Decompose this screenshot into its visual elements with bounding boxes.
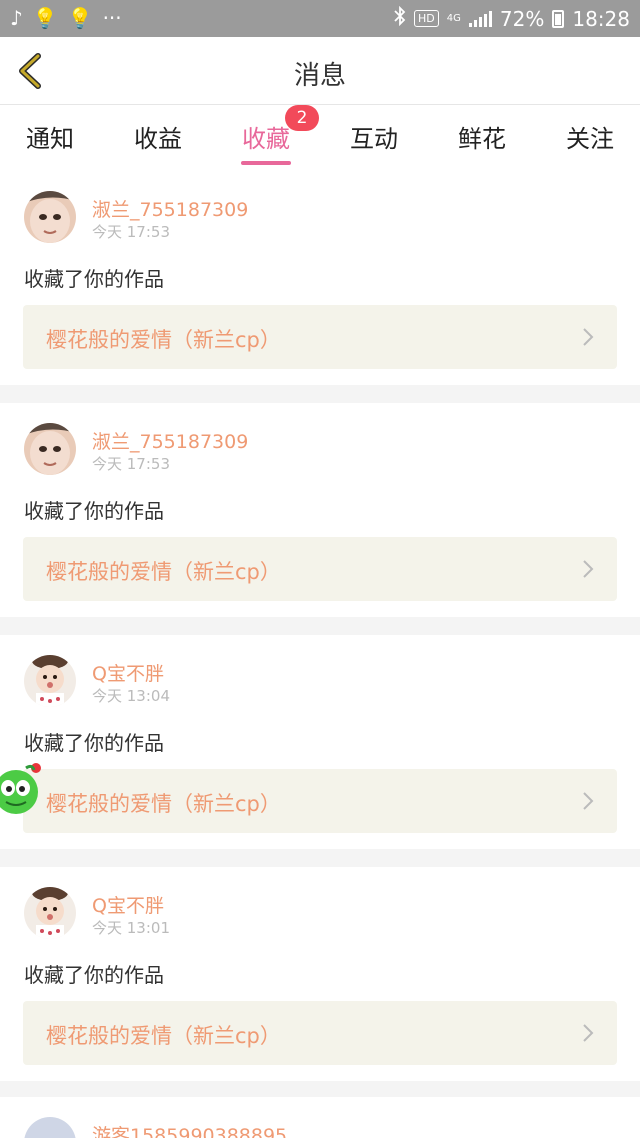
bulb-icon: 💡 — [67, 6, 93, 30]
tab-favorites[interactable]: 收藏 2 — [216, 105, 319, 165]
unread-badge: 2 — [285, 105, 319, 131]
username[interactable]: 淑兰_755187309 — [92, 427, 248, 454]
chevron-right-icon — [583, 792, 594, 810]
mascot-icon — [0, 763, 41, 814]
floating-mascot-button[interactable] — [0, 754, 46, 818]
tab-label: 互动 — [350, 125, 398, 153]
tiktok-icon: ♪ — [10, 6, 23, 30]
timestamp: 今天 13:01 — [92, 919, 170, 937]
bluetooth-icon — [394, 5, 406, 31]
network-type: 4G — [446, 12, 461, 24]
action-text: 收藏了你的作品 — [24, 731, 164, 755]
action-text: 收藏了你的作品 — [24, 499, 164, 523]
work-title: 樱花般的爱情（新兰cp） — [46, 1024, 281, 1048]
status-right: HD 4G 72% 18:28 — [394, 5, 630, 31]
avatar[interactable] — [24, 887, 76, 939]
tab-bar: 通知 收益 收藏 2 互动 鲜花 关注 — [0, 105, 640, 171]
work-link[interactable]: 樱花般的爱情（新兰cp） — [23, 1001, 617, 1065]
work-link[interactable]: 樱花般的爱情（新兰cp） — [23, 769, 617, 833]
message-card: 游客1585990388895 — [0, 1097, 640, 1138]
battery-percent: 72% — [499, 6, 545, 31]
action-text: 收藏了你的作品 — [24, 267, 164, 291]
page-title: 消息 — [293, 61, 346, 91]
signal-icon — [468, 10, 492, 27]
work-link[interactable]: 樱花般的爱情（新兰cp） — [23, 305, 617, 369]
work-title: 樱花般的爱情（新兰cp） — [46, 328, 281, 352]
tab-flowers[interactable]: 鲜花 — [432, 119, 532, 154]
tab-label: 鲜花 — [458, 125, 506, 153]
username[interactable]: 淑兰_755187309 — [92, 195, 248, 222]
message-card: Q宝不胖 今天 13:01 收藏了你的作品 樱花般的爱情（新兰cp） — [0, 867, 640, 1081]
timestamp: 今天 17:53 — [92, 223, 170, 241]
status-left: ♪ 💡 💡 ··· — [10, 6, 122, 30]
tab-label: 关注 — [566, 125, 614, 153]
username[interactable]: Q宝不胖 — [92, 891, 164, 918]
message-card: 淑兰_755187309 今天 17:53 收藏了你的作品 樱花般的爱情（新兰c… — [0, 403, 640, 617]
tab-following[interactable]: 关注 — [540, 119, 640, 154]
hd-badge: HD — [414, 10, 439, 27]
tab-earnings[interactable]: 收益 — [108, 119, 208, 154]
tab-interactions[interactable]: 互动 — [324, 119, 424, 154]
timestamp: 今天 13:04 — [92, 687, 170, 705]
bulb-icon: 💡 — [32, 6, 58, 30]
tab-label: 收藏 — [242, 125, 290, 153]
more-dots-icon: ··· — [102, 6, 122, 30]
username[interactable]: 游客1585990388895 — [92, 1121, 287, 1138]
active-tab-indicator — [241, 161, 291, 165]
header: 消息 — [0, 37, 640, 105]
work-link[interactable]: 樱花般的爱情（新兰cp） — [23, 537, 617, 601]
chevron-right-icon — [583, 1024, 594, 1042]
avatar[interactable] — [24, 655, 76, 707]
work-title: 樱花般的爱情（新兰cp） — [46, 792, 281, 816]
action-text: 收藏了你的作品 — [24, 963, 164, 987]
message-card: 淑兰_755187309 今天 17:53 收藏了你的作品 樱花般的爱情（新兰c… — [0, 171, 640, 385]
tab-label: 通知 — [26, 125, 74, 153]
message-card: Q宝不胖 今天 13:04 收藏了你的作品 樱花般的爱情（新兰cp） — [0, 635, 640, 849]
clock: 18:28 — [572, 6, 630, 31]
timestamp: 今天 17:53 — [92, 455, 170, 473]
tab-label: 收益 — [134, 125, 182, 153]
avatar[interactable] — [24, 423, 76, 475]
avatar[interactable] — [24, 1117, 76, 1138]
work-title: 樱花般的爱情（新兰cp） — [46, 560, 281, 584]
chevron-right-icon — [583, 328, 594, 346]
tab-notifications[interactable]: 通知 — [0, 119, 100, 154]
avatar[interactable] — [24, 191, 76, 243]
battery-icon — [552, 9, 565, 28]
status-bar: ♪ 💡 💡 ··· HD 4G 72% 18:28 — [0, 0, 640, 37]
username[interactable]: Q宝不胖 — [92, 659, 164, 686]
chevron-right-icon — [583, 560, 594, 578]
